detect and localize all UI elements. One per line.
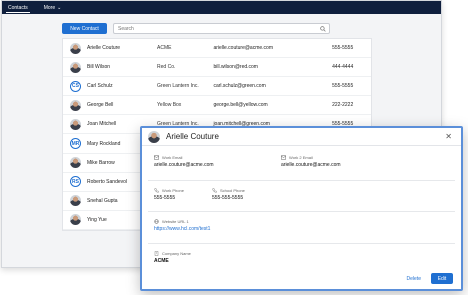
chevron-down-icon: ⌄ (57, 4, 62, 11)
globe-icon (154, 219, 159, 224)
email-section: Work Email arielle.couture@acme.com Work… (148, 148, 455, 181)
work-email-field: Work Email arielle.couture@acme.com (154, 155, 214, 168)
phone-icon (154, 188, 159, 193)
table-row[interactable]: CS Carl Schulz Green Lantern Inc. carl.schu… (63, 77, 371, 97)
avatar: CS (70, 80, 81, 92)
detail-header: Arielle Couture ✕ (142, 128, 461, 146)
company-label: Company Name (162, 251, 191, 256)
contact-detail-panel: Arielle Couture ✕ Work Email arielle.cou… (140, 126, 463, 291)
contact-email: bill.wilson@red.com (213, 64, 258, 71)
avatar (70, 42, 81, 54)
website-section: Website URL 1 https://www.hcl.com/test1 (148, 213, 455, 244)
school-phone-field: School Phone 555-555-5555 (212, 188, 245, 201)
avatar: RS (70, 176, 81, 188)
contact-name: Carl Schulz (87, 83, 113, 90)
detail-footer: Delete Edit (407, 273, 453, 284)
work2-email-value: arielle.couture@acme.com (281, 162, 341, 168)
work-phone-field: Work Phone 555-5555 (154, 188, 184, 201)
contact-name: Arielle Couture (87, 45, 121, 52)
school-phone-value: 555-555-5555 (212, 195, 244, 201)
work2-email-field: Work 2 Email arielle.couture@acme.com (281, 155, 341, 168)
contact-phone: 444-4444 (332, 64, 354, 71)
contact-company: Green Lantern Inc. (157, 83, 199, 90)
work2-email-label: Work 2 Email (289, 155, 313, 160)
new-contact-button[interactable]: New Contact (62, 23, 107, 34)
avatar (70, 61, 81, 73)
contact-name: George Bell (87, 102, 114, 109)
contact-email: carl.schulz@green.com (213, 83, 266, 90)
edit-button[interactable]: Edit (431, 273, 453, 284)
table-row[interactable]: George Bell Yellow Box george.bell@yellow.… (63, 96, 371, 116)
delete-button[interactable]: Delete (407, 276, 421, 282)
contact-company: ACME (157, 45, 172, 52)
avatar (70, 99, 81, 111)
search-icon[interactable] (320, 26, 326, 32)
company-section: Company Name ACME (148, 245, 455, 273)
contact-company: Yellow Box (157, 102, 182, 109)
top-nav: Contacts More ⌄ (2, 1, 441, 14)
work-phone-value: 555-5555 (154, 195, 176, 201)
phone-icon (212, 188, 217, 193)
contact-phone: 555-5555 (332, 83, 354, 90)
table-row[interactable]: Bill Wilson Red Co. bill.wilson@red.com 444… (63, 58, 371, 78)
avatar (148, 130, 160, 143)
contact-email: george.bell@yellow.com (213, 102, 268, 109)
contact-phone: 555-5555 (332, 45, 354, 52)
contact-company: Red Co. (157, 64, 176, 71)
work-email-label: Work Email (162, 155, 183, 160)
work-phone-label: Work Phone (162, 188, 184, 193)
avatar (70, 157, 81, 169)
company-field: Company Name ACME (154, 251, 191, 264)
tab-more[interactable]: More ⌄ (42, 1, 64, 14)
tab-contacts-label: Contacts (8, 4, 28, 11)
detail-name: Arielle Couture (166, 132, 219, 141)
avatar (70, 118, 81, 130)
avatar (70, 214, 81, 226)
building-icon (154, 251, 159, 256)
toolbar: New Contact (62, 23, 330, 34)
avatar: MR (70, 138, 81, 150)
search-input[interactable] (114, 24, 329, 33)
website-link[interactable]: https://www.hcl.com/test1 (154, 226, 210, 232)
contact-name: Bill Wilson (87, 64, 111, 71)
stage: Contacts More⌄ New Contact Arielle Coutu… (0, 0, 468, 295)
mail-icon (154, 155, 159, 160)
table-row[interactable]: Arielle Couture ACME arielle.couture@acme.… (63, 39, 371, 59)
tab-contacts[interactable]: Contacts (6, 1, 30, 14)
work-email-value: arielle.couture@acme.com (154, 162, 214, 168)
phone-section: Work Phone 555-5555 School Phone 555-555… (148, 182, 455, 212)
school-phone-label: School Phone (220, 188, 245, 193)
website-field: Website URL 1 https://www.hcl.com/test1 (154, 219, 210, 232)
search-box (113, 23, 330, 34)
contact-email: arielle.couture@acme.com (213, 45, 273, 52)
contact-phone: 222-2222 (332, 102, 354, 109)
mail-icon (281, 155, 286, 160)
website-label: Website URL 1 (162, 219, 189, 224)
company-value: ACME (154, 258, 169, 264)
avatar (70, 195, 81, 207)
tab-more-label: More (43, 4, 56, 11)
close-icon[interactable]: ✕ (445, 132, 452, 141)
